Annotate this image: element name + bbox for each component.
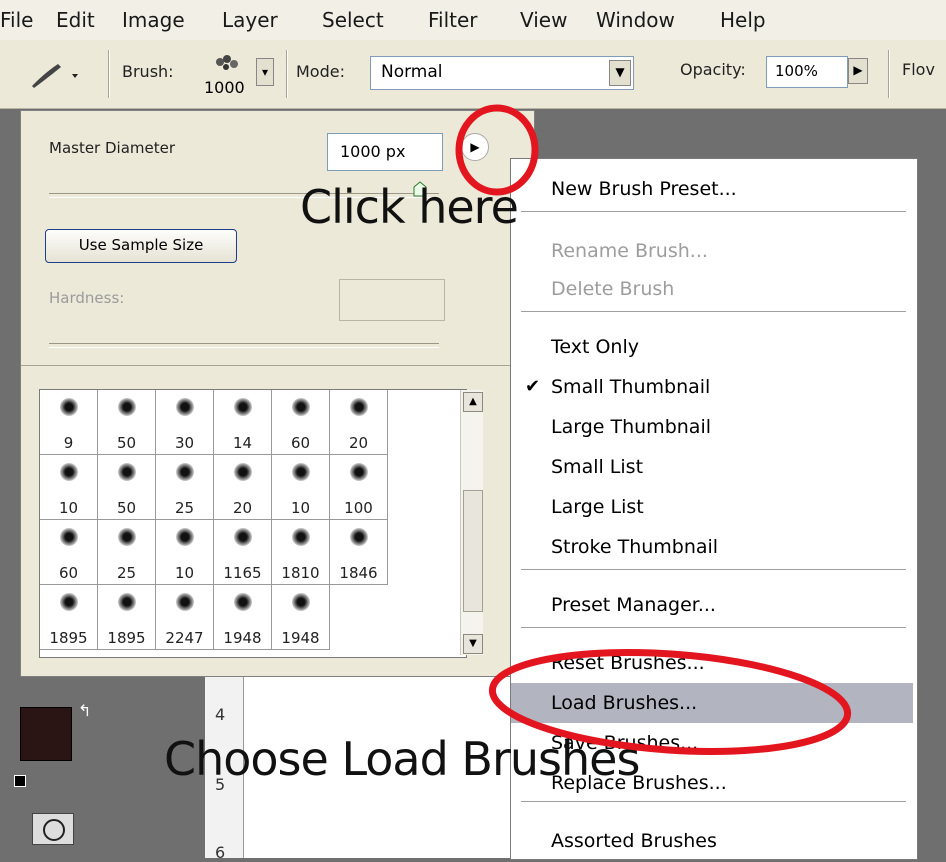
red-ellipse-icon xyxy=(488,649,852,755)
red-circle-icon xyxy=(455,104,539,196)
annotation-circles xyxy=(455,104,852,755)
